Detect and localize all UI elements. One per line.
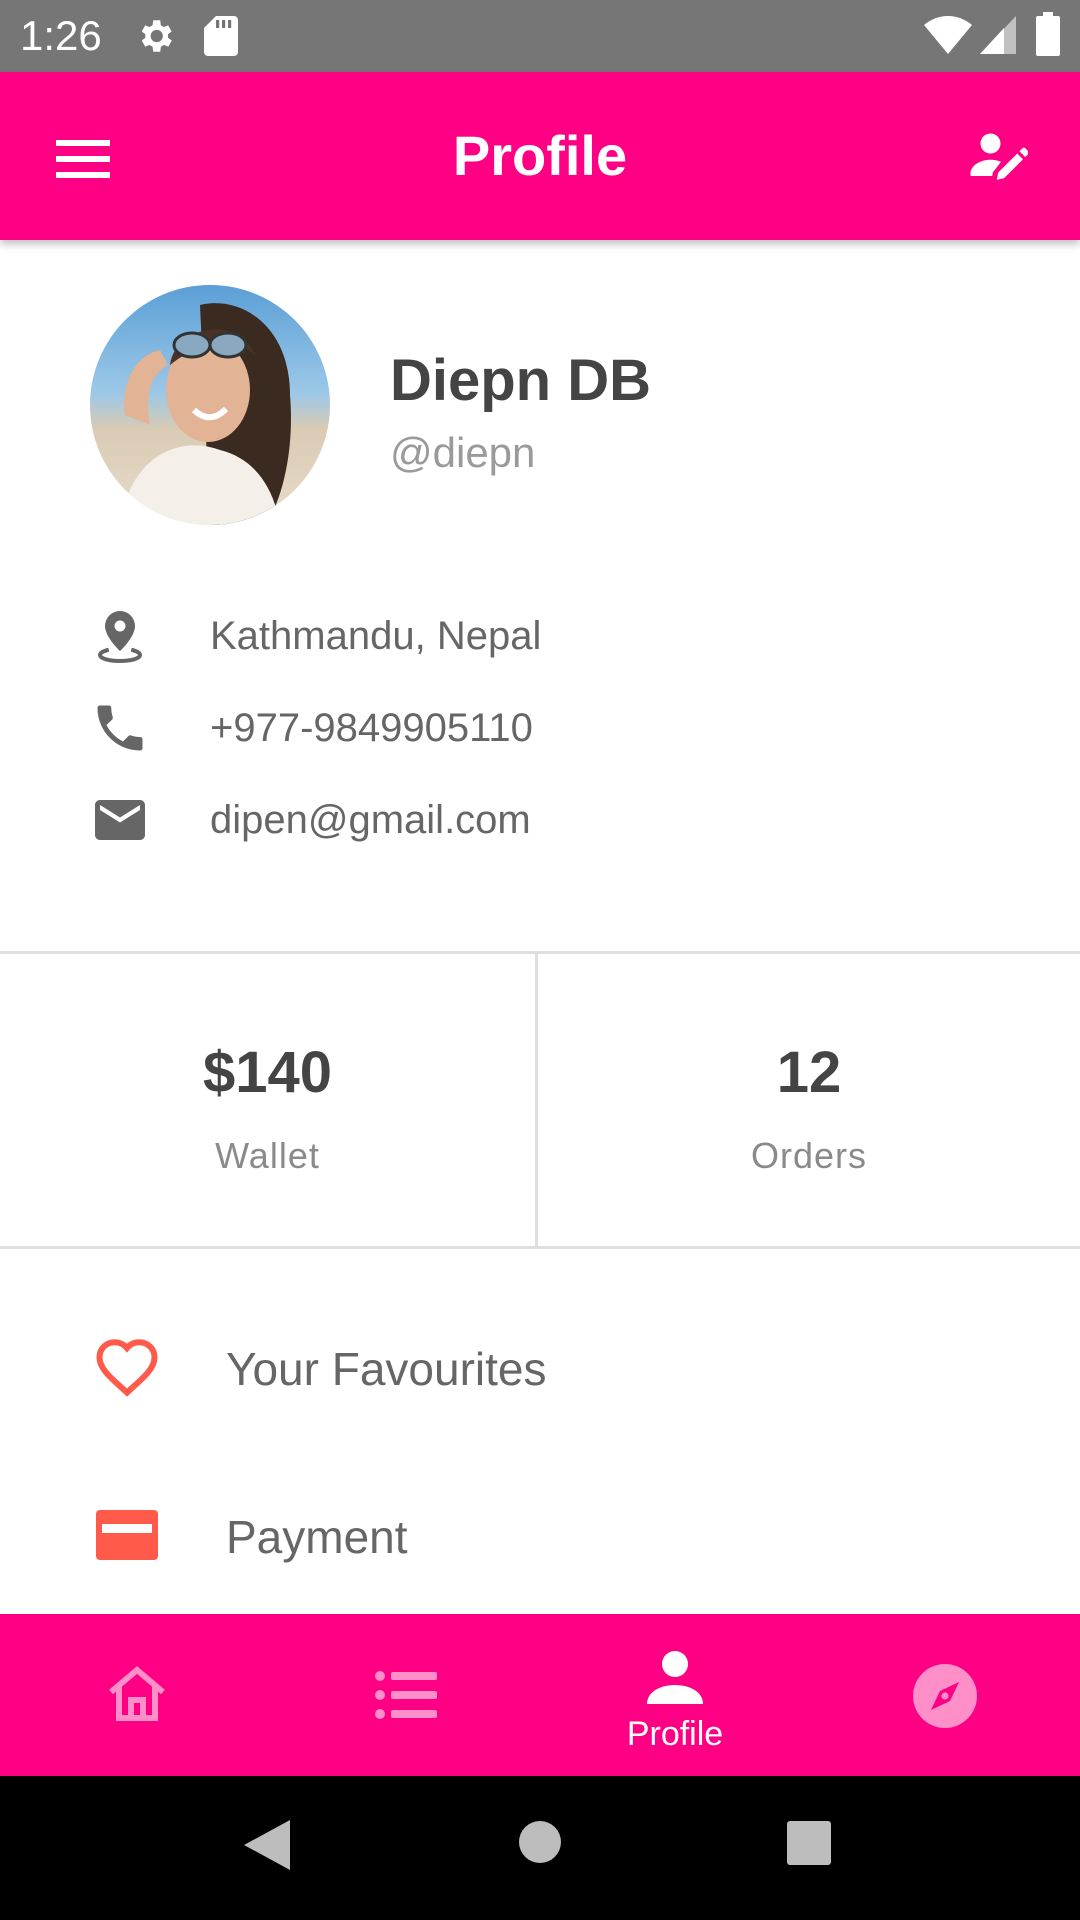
wallet-label: Wallet bbox=[215, 1135, 320, 1176]
email-text: dipen@gmail.com bbox=[210, 798, 531, 842]
recents-icon[interactable] bbox=[786, 1820, 832, 1871]
heart-icon bbox=[94, 1336, 160, 1398]
credit-card-icon bbox=[94, 1504, 160, 1566]
compass-icon bbox=[913, 1664, 977, 1733]
profile-handle: @diepn bbox=[390, 429, 536, 476]
phone-icon bbox=[90, 698, 150, 758]
stats-panel: $140 Wallet 12 Orders bbox=[0, 951, 1080, 1249]
page-title: Profile bbox=[452, 124, 628, 187]
back-icon[interactable] bbox=[244, 1820, 290, 1875]
status-bar: 1:26 bbox=[0, 0, 1080, 72]
favourites-item[interactable]: Your Favourites bbox=[0, 1292, 1080, 1442]
nav-home[interactable] bbox=[2, 1614, 272, 1776]
home-icon bbox=[105, 1664, 169, 1729]
nav-list[interactable] bbox=[272, 1614, 542, 1776]
nav-profile-label: Profile bbox=[626, 1715, 724, 1753]
status-time: 1:26 bbox=[20, 12, 102, 59]
profile-name: Diepn DB bbox=[390, 348, 651, 413]
payment-label: Payment bbox=[226, 1511, 408, 1563]
settings-icon bbox=[134, 15, 176, 62]
orders-stat[interactable]: 12 Orders bbox=[538, 954, 1080, 1246]
payment-item[interactable]: Payment bbox=[0, 1460, 1080, 1610]
location-text: Kathmandu, Nepal bbox=[210, 614, 542, 658]
edit-profile-icon[interactable] bbox=[968, 126, 1029, 186]
orders-label: Orders bbox=[750, 1135, 868, 1176]
list-icon bbox=[375, 1670, 439, 1725]
person-icon bbox=[647, 1650, 703, 1709]
home-circle-icon[interactable] bbox=[518, 1820, 562, 1869]
app-bar: Profile bbox=[0, 72, 1080, 240]
nav-explore[interactable] bbox=[810, 1614, 1080, 1776]
location-pin-icon bbox=[90, 606, 150, 666]
orders-value: 12 bbox=[776, 1040, 842, 1105]
location-row: Kathmandu, Nepal bbox=[0, 596, 1080, 676]
wallet-stat[interactable]: $140 Wallet bbox=[0, 954, 538, 1246]
wallet-value: $140 bbox=[202, 1040, 333, 1105]
system-nav-bar bbox=[0, 1776, 1080, 1920]
email-icon bbox=[90, 790, 150, 850]
battery-icon bbox=[1036, 12, 1060, 61]
phone-text: +977-9849905110 bbox=[210, 706, 533, 750]
bottom-nav: Profile bbox=[0, 1614, 1080, 1776]
favourites-label: Your Favourites bbox=[226, 1343, 547, 1395]
email-row: dipen@gmail.com bbox=[0, 780, 1080, 860]
nav-profile[interactable]: Profile bbox=[540, 1614, 810, 1776]
wifi-icon bbox=[924, 16, 972, 59]
sd-card-icon bbox=[204, 16, 238, 61]
avatar bbox=[90, 285, 330, 525]
phone-row: +977-9849905110 bbox=[0, 688, 1080, 768]
signal-icon bbox=[980, 16, 1016, 59]
